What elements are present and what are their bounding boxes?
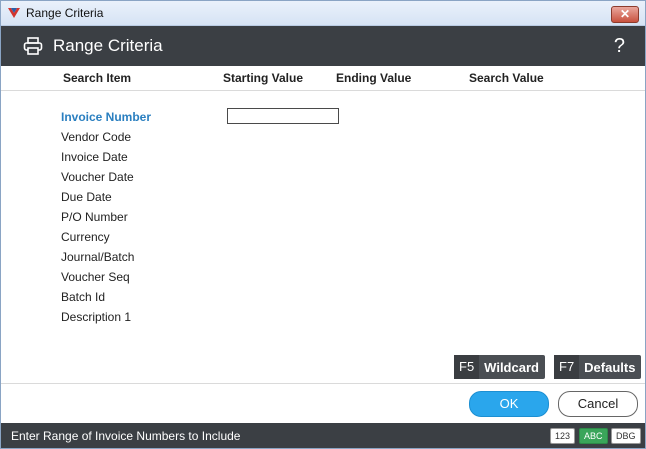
numeric-mode-badge[interactable]: 123 — [550, 428, 576, 444]
wildcard-button[interactable]: F5 Wildcard — [454, 355, 545, 379]
defaults-label: Defaults — [584, 359, 636, 375]
search-item-voucher-date[interactable]: Voucher Date — [61, 170, 134, 184]
header-divider — [1, 90, 645, 91]
search-item-currency[interactable]: Currency — [61, 230, 110, 244]
search-item-journal-batch[interactable]: Journal/Batch — [61, 250, 134, 264]
dialog-header: Range Criteria ? — [1, 26, 645, 66]
help-icon[interactable]: ? — [614, 35, 625, 58]
window-title: Range Criteria — [26, 6, 104, 20]
column-header-starting-value: Starting Value — [223, 71, 304, 85]
range-criteria-window: Range Criteria ✕ Range Criteria ? Search… — [0, 0, 646, 449]
defaults-key-label: F7 — [554, 355, 580, 379]
wildcard-key-label: F5 — [454, 355, 480, 379]
invoice-number-starting-value-input[interactable] — [227, 108, 339, 124]
search-item-batch-id[interactable]: Batch Id — [61, 290, 105, 304]
wildcard-label: Wildcard — [484, 359, 539, 375]
window-close-button[interactable]: ✕ — [611, 6, 639, 23]
search-item-due-date[interactable]: Due Date — [61, 190, 112, 204]
app-logo-icon — [8, 8, 20, 18]
status-message: Enter Range of Invoice Numbers to Includ… — [11, 429, 241, 443]
cancel-button[interactable]: Cancel — [558, 391, 638, 417]
status-bar: Enter Range of Invoice Numbers to Includ… — [1, 423, 645, 448]
column-header-search-item: Search Item — [63, 71, 132, 85]
defaults-button[interactable]: F7 Defaults — [554, 355, 642, 379]
search-item-voucher-seq[interactable]: Voucher Seq — [61, 270, 130, 284]
dialog-title: Range Criteria — [53, 36, 163, 55]
column-header-search-value: Search Value — [469, 71, 544, 85]
button-divider — [1, 383, 645, 384]
search-item-invoice-number[interactable]: Invoice Number — [61, 110, 151, 124]
window-titlebar[interactable]: Range Criteria ✕ — [1, 1, 645, 26]
column-header-ending-value: Ending Value — [336, 71, 412, 85]
search-item-vendor-code[interactable]: Vendor Code — [61, 130, 131, 144]
search-item-po-number[interactable]: P/O Number — [61, 210, 128, 224]
alpha-mode-badge[interactable]: ABC — [579, 428, 608, 444]
search-item-invoice-date[interactable]: Invoice Date — [61, 150, 128, 164]
ok-button[interactable]: OK — [469, 391, 549, 417]
printer-icon — [23, 37, 43, 55]
debug-mode-badge[interactable]: DBG — [611, 428, 641, 444]
search-item-description-1[interactable]: Description 1 — [61, 310, 131, 324]
